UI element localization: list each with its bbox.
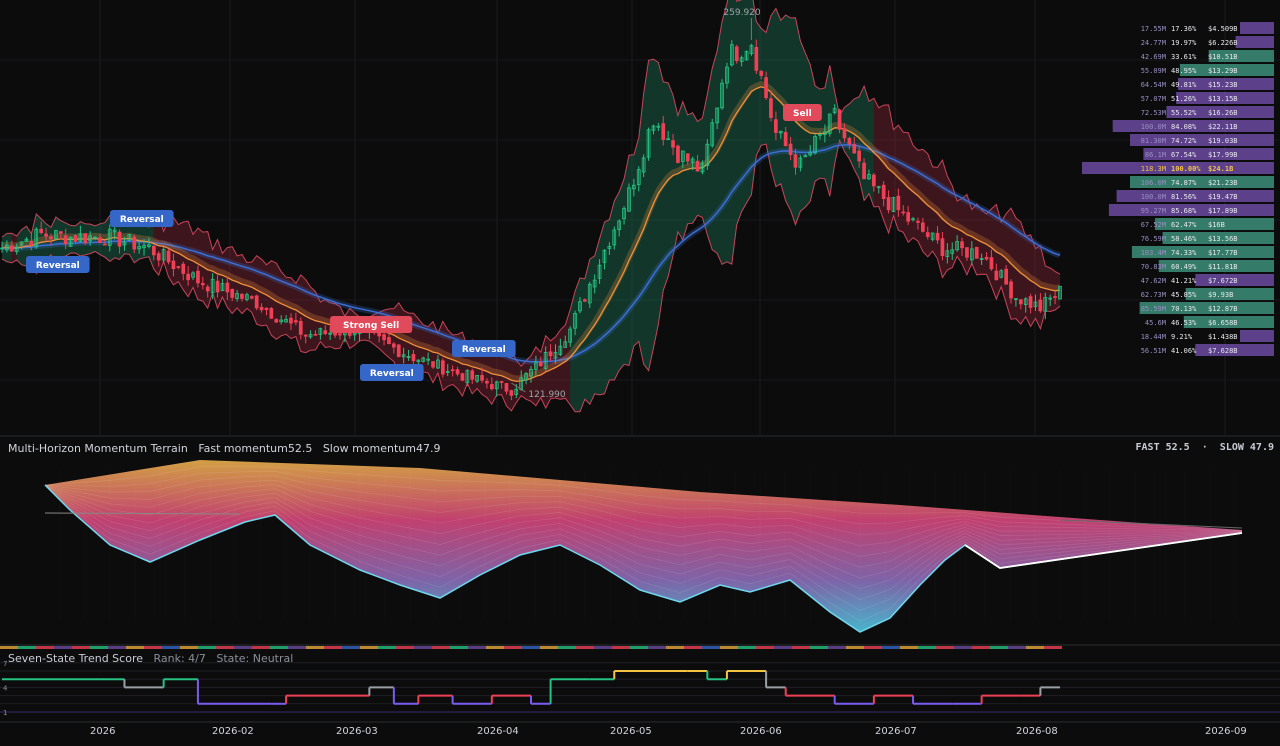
- state-strip-segment: [1008, 646, 1026, 649]
- state-strip-segment: [234, 646, 252, 649]
- state-strip-segment: [504, 646, 522, 649]
- state-strip-segment: [1044, 646, 1062, 649]
- state-strip-segment: [774, 646, 792, 649]
- momentum-title: Multi-Horizon Momentum Terrain: [8, 442, 188, 455]
- state-strip-segment: [630, 646, 648, 649]
- trend-state: State: Neutral: [216, 652, 294, 665]
- state-strip-segment: [18, 646, 36, 649]
- state-strip-segment: [342, 646, 360, 649]
- state-strip-segment: [720, 646, 738, 649]
- state-strip-segment: [540, 646, 558, 649]
- state-strip-segment: [162, 646, 180, 649]
- state-strip-segment: [54, 646, 72, 649]
- state-strip-segment: [270, 646, 288, 649]
- state-strip-segment: [882, 646, 900, 649]
- state-strip-segment: [324, 646, 342, 649]
- slow-momentum-value: 47.9: [416, 442, 441, 455]
- state-strip-segment: [36, 646, 54, 649]
- state-strip-segment: [486, 646, 504, 649]
- state-strip-segment: [576, 646, 594, 649]
- state-strip-segment: [108, 646, 126, 649]
- time-label: 2026-09: [1205, 726, 1247, 737]
- state-strip-segment: [738, 646, 756, 649]
- time-label: 2026-02: [212, 726, 254, 737]
- state-strip-segment: [360, 646, 378, 649]
- state-strip-segment: [864, 646, 882, 649]
- state-strip-segment: [468, 646, 486, 649]
- state-strip-segment: [432, 646, 450, 649]
- time-label: 2026-04: [477, 726, 519, 737]
- state-strip-segment: [936, 646, 954, 649]
- state-strip-segment: [1026, 646, 1044, 649]
- state-strip-segment: [756, 646, 774, 649]
- state-strip-segment: [450, 646, 468, 649]
- time-axis: 2026 2026-02 2026-03 2026-04 2026-05 202…: [0, 724, 1280, 746]
- trend-axis-label: 4: [3, 684, 8, 692]
- state-strip-segment: [0, 646, 18, 649]
- fast-momentum-value: 52.5: [287, 442, 313, 455]
- momentum-corner-readout: FAST 52.5 · SLOW 47.9: [1135, 442, 1274, 453]
- state-strip-segment: [216, 646, 234, 649]
- state-strip-segment: [918, 646, 936, 649]
- trend-axis-label: 1: [3, 709, 7, 717]
- state-strip-segment: [198, 646, 216, 649]
- trend-title: Seven-State Trend Score: [8, 652, 143, 665]
- state-strip-segment: [648, 646, 666, 649]
- state-strip-segment: [126, 646, 144, 649]
- state-strip-segment: [306, 646, 324, 649]
- state-strip-segment: [144, 646, 162, 649]
- state-strip-segment: [792, 646, 810, 649]
- state-strip-segment: [90, 646, 108, 649]
- state-strip-segment: [522, 646, 540, 649]
- state-strip-segment: [684, 646, 702, 649]
- time-label: 2026-08: [1016, 726, 1058, 737]
- state-strip-segment: [252, 646, 270, 649]
- state-strip-segment: [396, 646, 414, 649]
- trend-rank: Rank: 4/7: [153, 652, 206, 665]
- time-label: 2026-03: [336, 726, 378, 737]
- fast-momentum-label: Fast momentum: [198, 442, 288, 455]
- slow-momentum-label: Slow momentum: [322, 442, 416, 455]
- time-label: 2026-07: [875, 726, 917, 737]
- state-strip-segment: [972, 646, 990, 649]
- state-strip-segment: [180, 646, 198, 649]
- state-strip-segment: [378, 646, 396, 649]
- time-label: 2026-06: [740, 726, 782, 737]
- state-strip-segment: [900, 646, 918, 649]
- state-strip-segment: [414, 646, 432, 649]
- trend-header: Seven-State Trend Score Rank: 4/7 State:…: [8, 652, 293, 665]
- state-strip-segment: [594, 646, 612, 649]
- state-strip-segment: [810, 646, 828, 649]
- state-strip-segment: [828, 646, 846, 649]
- time-label: 2026-05: [610, 726, 652, 737]
- state-strip-segment: [666, 646, 684, 649]
- state-strip-segment: [558, 646, 576, 649]
- state-strip-segment: [846, 646, 864, 649]
- state-strip-segment: [954, 646, 972, 649]
- state-strip-segment: [612, 646, 630, 649]
- state-strip-segment: [990, 646, 1008, 649]
- state-strip-segment: [702, 646, 720, 649]
- trend-pane[interactable]: 7 4 1: [0, 0, 1280, 746]
- time-label: 2026: [90, 726, 116, 737]
- trend-axis-label: 7: [3, 660, 7, 668]
- momentum-header: Multi-Horizon Momentum Terrain Fast mome…: [8, 442, 441, 455]
- state-strip-segment: [288, 646, 306, 649]
- state-strip-segment: [72, 646, 90, 649]
